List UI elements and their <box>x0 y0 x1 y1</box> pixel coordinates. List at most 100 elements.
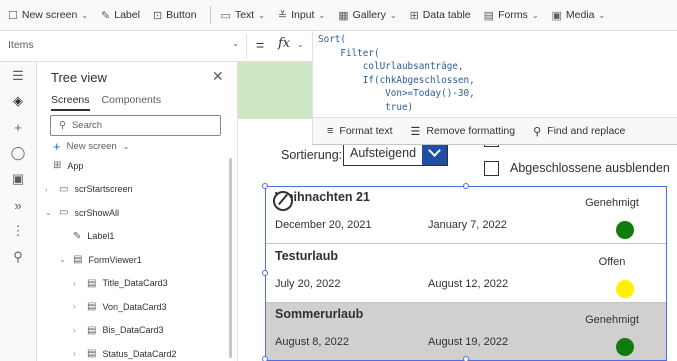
resize-handle[interactable] <box>262 356 268 361</box>
variables-icon[interactable]: ⋮ <box>7 220 29 242</box>
tree-scrollbar[interactable] <box>229 158 232 358</box>
tree-node-title-datacard3[interactable]: › ▤ Title_DataCard3 <box>73 278 168 289</box>
chevron-down-icon: ⌄ <box>318 10 326 20</box>
chevron-down-icon[interactable]: ⌄ <box>297 40 304 49</box>
ribbon-item-label: Input <box>291 9 315 21</box>
ribbon-forms-button[interactable]: ▤ Forms ⌄ <box>484 9 539 22</box>
chevron-down-icon[interactable]: ⌄ <box>45 208 53 217</box>
ribbon-item-label: Label <box>114 9 140 21</box>
text-input-icon: ▭ <box>220 9 231 22</box>
gallery-row[interactable]: Sommerurlaub August 8, 2022 August 19, 202… <box>265 303 667 361</box>
chevron-right-icon[interactable]: › <box>73 302 81 311</box>
add-icon[interactable]: + <box>7 116 29 138</box>
gallery-row[interactable]: Weihnachten 21 December 20, 2021 January 7… <box>265 186 667 244</box>
formula-code-line[interactable]: If(chkAbgeschlossen, <box>318 74 475 88</box>
chevron-down-icon: ⌄ <box>81 10 89 20</box>
leave-request-gallery[interactable]: Weihnachten 21 December 20, 2021 January 7… <box>262 183 667 361</box>
chevron-right-icon[interactable]: › <box>73 349 81 358</box>
ribbon-text-button[interactable]: ▭ Text ⌄ <box>221 9 265 22</box>
formula-code[interactable]: Sort( Filter( colUrlaubsanträge, If(chkA… <box>318 33 475 114</box>
gallery-row[interactable]: Testurlaub July 20, 2022 August 12, 2022 Of… <box>265 245 667 303</box>
close-icon[interactable]: ✕ <box>212 68 224 85</box>
new-screen-icon: ☐ <box>8 9 18 22</box>
formula-editor[interactable]: Sort( Filter( colUrlaubsanträge, If(chkA… <box>312 31 677 145</box>
card-icon: ▤ <box>87 348 97 359</box>
format-text-button[interactable]: ≡ Format text <box>327 125 393 137</box>
formula-code-line[interactable]: colUrlaubsanträge, <box>318 60 475 74</box>
tab-components[interactable]: Components <box>102 94 162 111</box>
ribbon-item-label: New screen <box>21 9 78 21</box>
chevron-down-icon[interactable]: ⌄ <box>59 255 67 264</box>
tree-node-scrshowall[interactable]: ⌄ ▭ scrShowAll <box>45 207 119 218</box>
gallery-row-status: Offen <box>598 255 626 268</box>
tree-tabs: Screens Components <box>51 94 161 111</box>
remove-formatting-label: Remove formatting <box>426 125 516 137</box>
ribbon-gallery-button[interactable]: ▦ Gallery ⌄ <box>338 9 396 22</box>
ribbon-new-screen-button[interactable]: ☐ New screen ⌄ <box>8 9 88 22</box>
plus-icon: + <box>53 139 61 154</box>
tree-node-label: Bis_DataCard3 <box>102 325 164 335</box>
tree-node-label1[interactable]: ✎ Label1 <box>59 231 114 242</box>
resize-handle[interactable] <box>463 356 469 361</box>
label-icon: ✎ <box>101 9 111 22</box>
ribbon-button-button[interactable]: ⊡ Button <box>153 9 197 22</box>
ribbon-item-label: Button <box>166 9 197 21</box>
tree-node-app[interactable]: ⊞ App <box>53 160 83 171</box>
hide-completed-label: Abgeschlossene ausblenden <box>510 161 670 175</box>
remove-formatting-button[interactable]: ☰ Remove formatting <box>411 125 516 138</box>
tree-node-bis-datacard3[interactable]: › ▤ Bis_DataCard3 <box>73 325 163 336</box>
chevron-down-icon: ⌄ <box>122 142 130 151</box>
tree-view-pane: Tree view ✕ Screens Components ⚲ Search … <box>37 62 238 361</box>
label-icon: ✎ <box>73 230 82 242</box>
tree-node-label: scrStartscreen <box>74 184 133 194</box>
formula-editor-toolbar: ≡ Format text ☰ Remove formatting ⚲ Find… <box>313 117 677 144</box>
formula-code-line[interactable]: true) <box>318 101 475 115</box>
media-icon[interactable]: ▣ <box>7 168 29 190</box>
ribbon-separator <box>209 6 211 24</box>
app-icon: ⊞ <box>53 160 62 171</box>
gallery-row-end-date: January 7, 2022 <box>428 219 507 231</box>
tree-node-scrstartscreen[interactable]: › ▭ scrStartscreen <box>45 184 132 195</box>
ribbon-media-button[interactable]: ▣ Media ⌄ <box>552 9 606 22</box>
find-replace-button[interactable]: ⚲ Find and replace <box>533 125 625 138</box>
card-icon: ▤ <box>87 301 97 312</box>
new-screen-button[interactable]: + New screen ⌄ <box>53 139 129 154</box>
formula-code-line[interactable]: Von>=Today()-30, <box>318 87 475 101</box>
tree-node-label: Title_DataCard3 <box>102 278 168 288</box>
formula-code-line[interactable]: Filter( <box>318 47 475 61</box>
property-dropdown[interactable]: Items ⌄ <box>0 34 247 59</box>
tree-node-formviewer1[interactable]: ⌄ ▤ FormViewer1 <box>59 254 142 265</box>
resize-handle[interactable] <box>262 183 268 189</box>
tab-screens[interactable]: Screens <box>51 94 90 111</box>
gallery-row-end-date: August 12, 2022 <box>428 277 509 290</box>
search-placeholder: Search <box>71 120 103 131</box>
ribbon-item-label: Media <box>565 9 595 21</box>
card-icon: ▤ <box>87 324 97 336</box>
resize-handle[interactable] <box>463 183 469 189</box>
input-icon: ≚ <box>277 9 288 22</box>
resize-handle[interactable] <box>262 270 268 276</box>
equals-sign: = <box>256 37 265 53</box>
hide-completed-checkbox[interactable] <box>484 161 499 176</box>
tree-node-label: App <box>67 160 84 171</box>
fx-button[interactable]: fx <box>278 36 290 51</box>
tree-search-input[interactable]: ⚲ Search <box>50 115 221 136</box>
chevron-right-icon[interactable]: › <box>73 326 81 335</box>
ribbon-label-button[interactable]: ✎ Label <box>101 9 140 22</box>
layers-icon[interactable]: ◈ <box>7 90 29 112</box>
power-automate-icon[interactable]: » <box>7 194 29 216</box>
data-icon[interactable]: ◯ <box>7 142 29 164</box>
tree-node-von-datacard3[interactable]: › ▤ Von_DataCard3 <box>73 301 167 312</box>
ribbon-input-button[interactable]: ≚ Input ⌄ <box>278 9 325 22</box>
gallery-row-start-date: August 8, 2022 <box>275 336 350 348</box>
edit-pencil-icon[interactable] <box>273 191 293 211</box>
search-icon: ⚲ <box>533 125 542 138</box>
hamburger-icon[interactable]: ☰ <box>7 65 29 87</box>
search-icon[interactable]: ⚲ <box>7 246 29 268</box>
formula-code-line[interactable]: Sort( <box>318 33 475 47</box>
chevron-right-icon[interactable]: › <box>73 279 81 288</box>
chevron-right-icon[interactable]: › <box>45 185 53 194</box>
tree-node-status-datacard2[interactable]: › ▤ Status_DataCard2 <box>73 348 177 359</box>
forms-icon: ▤ <box>483 9 495 22</box>
ribbon-data-table-button[interactable]: ⊞ Data table <box>410 9 471 22</box>
